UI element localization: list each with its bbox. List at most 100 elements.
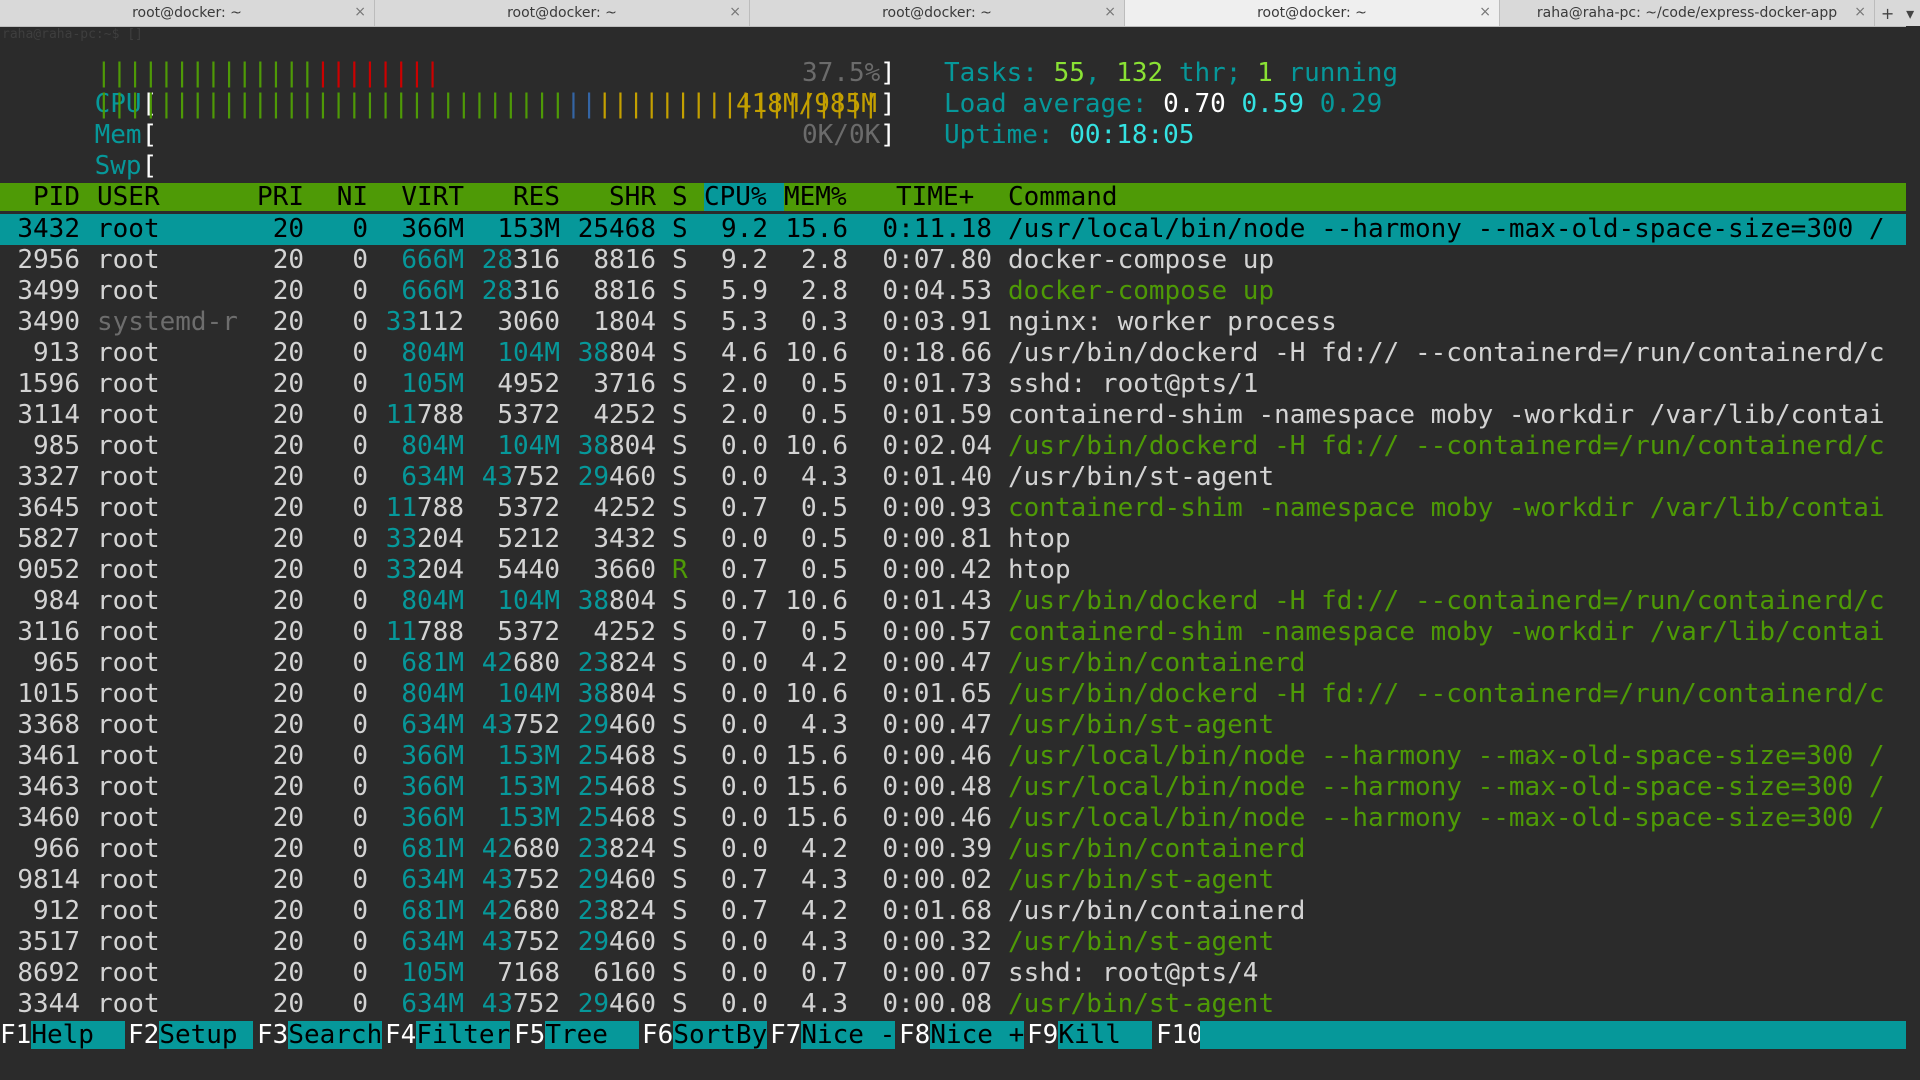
terminal-tab-4[interactable]: root@docker: ~ × [1125, 0, 1500, 26]
close-icon[interactable]: × [729, 4, 741, 20]
cpu-cell: 0.0 [721, 710, 768, 740]
process-row[interactable]: 3645 root 20 0 11788 5372 4252 S 0.7 0.5 0:00.93 co… [0, 493, 1906, 524]
mem-cell: 10.6 [785, 431, 848, 461]
terminal-tab-3[interactable]: root@docker: ~ × [750, 0, 1125, 26]
time-cell: 0:01.40 [882, 462, 992, 492]
close-icon[interactable]: × [1479, 4, 1491, 20]
fkey-f7[interactable]: F7Nice - [770, 1021, 896, 1049]
column-user[interactable]: USER [97, 183, 160, 211]
process-row[interactable]: 984 root 20 0 804M 104M 38804 S 0.7 10.6 0:01.43/u… [0, 586, 1906, 617]
close-icon[interactable]: × [1854, 4, 1866, 20]
process-row[interactable]: 3460 root 20 0 366M 153M 25468 S 0.0 15.6 0:00.46 /… [0, 803, 1906, 834]
time-cell: 0:00.57 [882, 617, 992, 647]
pid-cell: 913 [33, 338, 80, 368]
cpu-cell: 0.0 [721, 741, 768, 771]
user-cell: root [97, 741, 160, 771]
shr-cell: 29460 [577, 462, 656, 492]
close-icon[interactable]: × [1104, 4, 1116, 20]
process-row[interactable]: 3499 root 20 0 666M 28316 8816 S 5.9 2.8 0:04.53 do… [0, 276, 1906, 307]
process-row[interactable]: 1596 root 20 0 105M 4952 3716 S 2.0 0.5 0:01.73 ssh… [0, 369, 1906, 400]
res-cell: 43752 [481, 927, 560, 957]
process-row[interactable]: 8692 root 20 0 105M 7168 6160 S 0.0 0.7 0:00.07 ssh… [0, 958, 1906, 989]
column-time[interactable]: TIME+ [896, 183, 974, 211]
process-table-header: PID USER PRI NI VIRT RES SHR S CPU% MEM%… [0, 183, 1906, 211]
fkey-label: Nice + [930, 1020, 1025, 1050]
process-row[interactable]: 2956 root 20 0 666M 28316 8816 S 9.2 2.8 0:07.80 do… [0, 245, 1906, 276]
process-row[interactable]: 3327 root 20 0 634M 43752 29460 S 0.0 4.3 0:01.40 /… [0, 462, 1906, 493]
pid-cell: 965 [33, 648, 80, 678]
process-row-selected[interactable]: 3432 root 20 0 366M 153M 25468 S 9.2 15.6 0:11.18 /… [0, 214, 1906, 245]
column-mem[interactable]: MEM% [784, 183, 847, 211]
process-row[interactable]: 3344 root 20 0 634M 43752 29460 S 0.0 4.3 0:00.08 /… [0, 989, 1906, 1020]
column-virt[interactable]: VIRT [384, 183, 464, 211]
column-shr[interactable]: SHR [576, 183, 656, 211]
virt-cell: 634M [401, 462, 464, 492]
column-res[interactable]: RES [480, 183, 560, 211]
pid-cell: 1596 [17, 369, 80, 399]
virt-cell: 33112 [385, 307, 464, 337]
process-row[interactable]: 5827 root 20 0 33204 5212 3432 S 0.0 0.5 0:00.81 ht… [0, 524, 1906, 555]
shr-cell: 29460 [577, 710, 656, 740]
process-row[interactable]: 965 root 20 0 681M 42680 23824 S 0.0 4.2 0:00.47/u… [0, 648, 1906, 679]
state-cell: S [672, 617, 688, 647]
new-tab-icon[interactable]: + [1881, 4, 1894, 23]
tab-menu-icon[interactable]: ▾ [1906, 4, 1914, 23]
command-cell: docker-compose up [1008, 276, 1275, 306]
fkey-f9[interactable]: F9Kill [1027, 1021, 1153, 1049]
res-cell: 104M [497, 338, 560, 368]
state-cell: S [672, 338, 688, 368]
process-row[interactable]: 3490 systemd-r 20 0 33112 3060 1804 S 5.3 0.3 0:03… [0, 307, 1906, 338]
process-row[interactable]: 3517 root 20 0 634M 43752 29460 S 0.0 4.3 0:00.32 /… [0, 927, 1906, 958]
column-pid[interactable]: PID [0, 183, 80, 211]
mem-cell: 4.2 [801, 896, 848, 926]
res-cell: 153M [497, 741, 560, 771]
process-row[interactable]: 9052 root 20 0 33204 5440 3660 R 0.7 0.5 0:00.42 ht… [0, 555, 1906, 586]
column-cpu-sorted[interactable]: CPU% [704, 183, 784, 211]
process-row[interactable]: 3116 root 20 0 11788 5372 4252 S 0.7 0.5 0:00.57 co… [0, 617, 1906, 648]
pri-cell: 20 [272, 214, 304, 244]
mem-cell: 4.3 [801, 462, 848, 492]
fkey-f1[interactable]: F1Help [0, 1021, 126, 1049]
process-row[interactable]: 9814 root 20 0 634M 43752 29460 S 0.7 4.3 0:00.02 /… [0, 865, 1906, 896]
shr-cell: 38804 [577, 338, 656, 368]
terminal-tab-2[interactable]: root@docker: ~ × [375, 0, 750, 26]
ni-cell: 0 [352, 369, 368, 399]
process-row[interactable]: 912 root 20 0 681M 42680 23824 S 0.7 4.2 0:01.68/u… [0, 896, 1906, 927]
process-row[interactable]: 985 root 20 0 804M 104M 38804 S 0.0 10.6 0:02.04/u… [0, 431, 1906, 462]
shr-cell: 4252 [593, 400, 656, 430]
mem-cell: 4.3 [801, 865, 848, 895]
column-pri[interactable]: PRI [240, 183, 304, 211]
process-row[interactable]: 966 root 20 0 681M 42680 23824 S 0.0 4.2 0:00.39/u… [0, 834, 1906, 865]
mem-cell: 0.5 [801, 524, 848, 554]
terminal-tab-1[interactable]: root@docker: ~ × [0, 0, 375, 26]
cpu-cell: 0.0 [721, 834, 768, 864]
terminal-scrollbar[interactable] [1906, 26, 1920, 1080]
user-cell: root [97, 555, 160, 585]
fkey-f5[interactable]: F5Tree [514, 1021, 640, 1049]
process-row[interactable]: 1015 root 20 0 804M 104M 38804 S 0.0 10.6 0:01.65 /… [0, 679, 1906, 710]
process-row[interactable]: 3114 root 20 0 11788 5372 4252 S 2.0 0.5 0:01.59 co… [0, 400, 1906, 431]
column-command[interactable]: Command [1008, 183, 1118, 211]
virt-cell: 681M [401, 648, 464, 678]
close-icon[interactable]: × [354, 4, 366, 20]
process-row[interactable]: 913 root 20 0 804M 104M 38804 S 4.6 10.6 0:18.66/u… [0, 338, 1906, 369]
process-row[interactable]: 3461 root 20 0 366M 153M 25468 S 0.0 15.6 0:00.46 /… [0, 741, 1906, 772]
column-state[interactable]: S [672, 183, 688, 211]
fkey-f8[interactable]: F8Nice + [899, 1020, 1025, 1050]
state-cell: S [672, 307, 688, 337]
fkey-f3[interactable]: F3Search [257, 1021, 383, 1049]
process-row[interactable]: 3368 root 20 0 634M 43752 29460 S 0.0 4.3 0:00.47 /… [0, 710, 1906, 741]
terminal-tab-5[interactable]: raha@raha-pc: ~/code/express-docker-app … [1500, 0, 1875, 26]
pri-cell: 20 [272, 524, 304, 554]
user-cell: root [97, 524, 160, 554]
pid-cell: 9814 [17, 865, 80, 895]
shr-cell: 25468 [577, 741, 656, 771]
pid-cell: 9052 [17, 555, 80, 585]
column-ni[interactable]: NI [320, 183, 368, 211]
fkey-f6[interactable]: F6SortBy [642, 1021, 768, 1049]
state-cell: R [672, 555, 688, 585]
process-row[interactable]: 3463 root 20 0 366M 153M 25468 S 0.0 15.6 0:00.48 /… [0, 772, 1906, 803]
fkey-f2[interactable]: F2Setup [128, 1021, 254, 1049]
pri-cell: 20 [272, 989, 304, 1019]
fkey-f4[interactable]: F4Filter [385, 1021, 511, 1049]
